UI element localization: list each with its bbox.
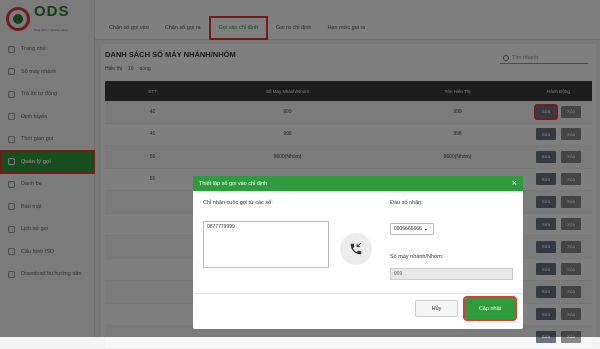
allow-numbers-textarea[interactable]: 0877779999 (203, 221, 329, 268)
update-button[interactable]: Cập nhật (463, 296, 517, 321)
allow-numbers-label: Chỉ nhận cuộc gọi từ các số: (203, 200, 273, 206)
modal-header: Thiết lập số gọi vào chỉ định × (193, 176, 523, 191)
receiver-value: 0906666666 (394, 226, 422, 232)
cancel-button[interactable]: Hủy (415, 300, 458, 317)
modal-title: Thiết lập số gọi vào chỉ định (199, 180, 268, 187)
designated-incoming-modal: Thiết lập số gọi vào chỉ định × Chỉ nhận… (193, 176, 523, 329)
chevron-down-icon: ▾ (424, 226, 427, 232)
receiver-label: Đầu số nhận: (390, 200, 423, 206)
modal-divider (193, 293, 523, 294)
incoming-call-icon (340, 233, 372, 265)
receiver-select[interactable]: 0906666666 ▾ (390, 223, 434, 235)
extension-group-label: Số máy nhánh/Nhóm: (390, 254, 444, 260)
close-icon[interactable]: × (512, 179, 517, 188)
extension-group-field: 999 (390, 268, 513, 280)
